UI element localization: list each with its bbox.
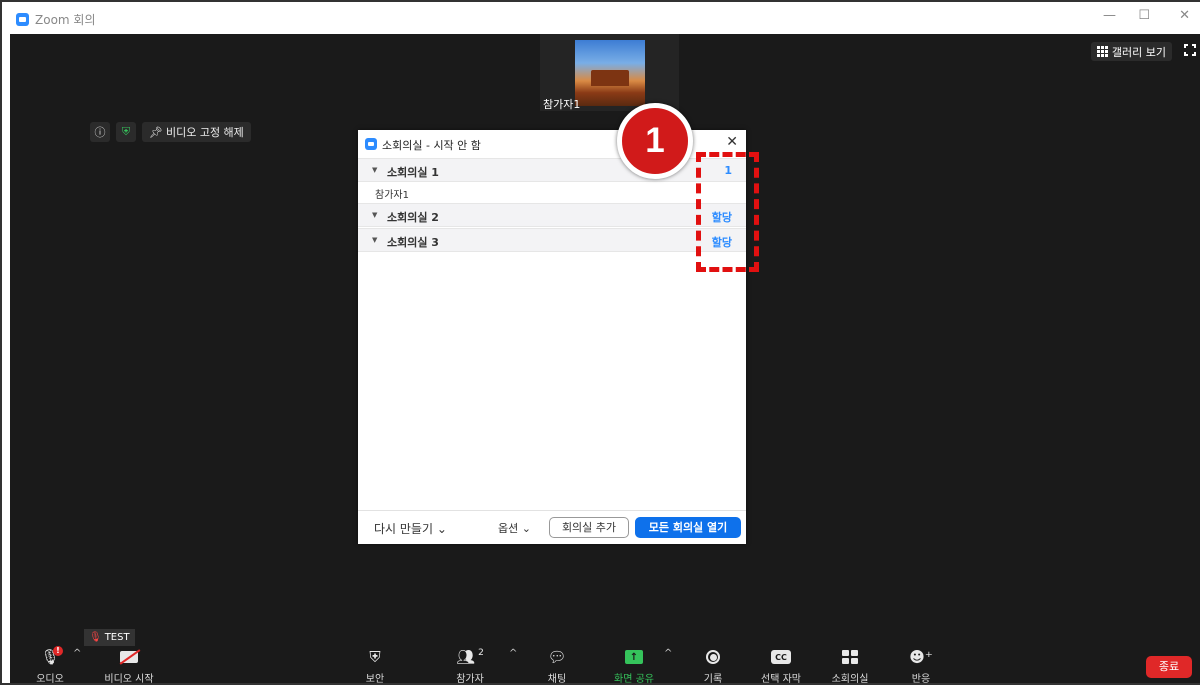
breakout-icon-wrap xyxy=(822,644,878,670)
add-room-button[interactable]: 회의실 추가 xyxy=(549,517,629,538)
start-video-button[interactable]: 비디오 시작 xyxy=(94,644,164,685)
share-screen-icon: ↑ xyxy=(625,650,643,664)
breakout-rooms-dialog: 소회의실 - 시작 안 함 ✕ ▼ 소회의실 1 1 참가자1 ▼ 소회의실 2… xyxy=(358,130,746,544)
record-icon-wrap xyxy=(693,644,733,670)
participants-options-caret-icon[interactable]: ^ xyxy=(509,648,517,659)
participants-count: 2 xyxy=(478,648,484,658)
gallery-view-button[interactable]: 갤러리 보기 xyxy=(1090,42,1172,61)
room-participant-row[interactable]: 참가자1 xyxy=(358,182,746,202)
reactions-label: 반응 xyxy=(911,674,931,685)
zoom-logo-icon xyxy=(16,13,29,26)
grid-icon xyxy=(1096,46,1108,57)
room-participant-name: 참가자1 xyxy=(375,190,409,201)
window-title: Zoom 회의 xyxy=(35,13,96,27)
chat-label: 채팅 xyxy=(547,674,567,685)
dialog-footer: 다시 만들기 ⌄ 옵션 ⌄ 회의실 추가 모든 회의실 열기 xyxy=(358,510,746,544)
recreate-dropdown[interactable]: 다시 만들기 ⌄ xyxy=(374,520,447,537)
breakout-rooms-button[interactable]: 소회의실 xyxy=(822,644,878,685)
expand-arrow-icon[interactable]: ▼ xyxy=(372,211,377,219)
room-row-1[interactable]: ▼ 소회의실 1 1 xyxy=(358,158,746,182)
record-button[interactable]: 기록 xyxy=(693,644,733,685)
share-screen-button[interactable]: ↑ 화면 공유 xyxy=(609,644,659,685)
muted-mic-icon: 🎙︎ xyxy=(89,632,102,643)
audio-button[interactable]: 🎙︎ ! 오디오 xyxy=(32,644,68,685)
captions-label: 선택 자막 xyxy=(761,674,801,685)
share-options-caret-icon[interactable]: ^ xyxy=(664,648,672,659)
participant-name-label: 참가자1 xyxy=(543,98,581,111)
window-close-button[interactable]: ✕ xyxy=(1179,8,1190,23)
room-name: 소회의실 1 xyxy=(387,166,439,179)
zoom-logo-icon xyxy=(365,138,377,150)
title-bar: Zoom 회의 — ☐ ✕ xyxy=(2,2,1200,34)
video-off-icon xyxy=(94,644,164,670)
reactions-button[interactable]: ☻⁺ 반응 xyxy=(901,644,941,685)
security-label: 보안 xyxy=(365,674,385,685)
participants-button[interactable]: 👥︎ 2 참가자 xyxy=(445,644,495,685)
app-frame: Zoom 회의 — ☐ ✕ 참가자1 ⓘ ⛨ 📌︎ 비디오 고정 해제 갤러리 … xyxy=(0,0,1200,685)
share-screen-icon-wrap: ↑ xyxy=(609,644,659,670)
callout-highlight-box xyxy=(696,152,759,272)
dialog-close-button[interactable]: ✕ xyxy=(726,134,738,150)
pin-icon: 📌︎ xyxy=(149,125,163,139)
gallery-view-label: 갤러리 보기 xyxy=(1111,45,1166,59)
expand-arrow-icon[interactable]: ▼ xyxy=(372,236,377,244)
shield-icon: ⛨ xyxy=(369,648,381,666)
end-meeting-button[interactable]: 종료 xyxy=(1146,656,1192,678)
expand-arrow-icon[interactable]: ▼ xyxy=(372,166,377,174)
fullscreen-icon[interactable] xyxy=(1183,43,1197,57)
video-pin-bar: ⓘ ⛨ 📌︎ 비디오 고정 해제 xyxy=(90,122,251,142)
chat-button[interactable]: 💬︎ 채팅 xyxy=(537,644,577,685)
audio-label: 오디오 xyxy=(36,674,64,685)
room-row-2[interactable]: ▼ 소회의실 2 할당 xyxy=(358,203,746,227)
unpin-video-label: 비디오 고정 해제 xyxy=(165,126,244,139)
share-screen-label: 화면 공유 xyxy=(614,674,654,685)
maximize-button[interactable]: ☐ xyxy=(1138,8,1150,23)
microphone-icon: 🎙︎ ! xyxy=(32,644,68,670)
security-button[interactable]: ⛨ 보안 xyxy=(355,644,395,685)
warning-badge: ! xyxy=(53,646,63,656)
callout-number-badge: 1 xyxy=(617,103,693,179)
audio-options-caret-icon[interactable]: ^ xyxy=(73,648,81,659)
info-icon[interactable]: ⓘ xyxy=(90,122,110,142)
test-tag-label: TEST xyxy=(104,632,130,643)
dialog-title: 소회의실 - 시작 안 함 xyxy=(382,139,481,152)
room-row-3[interactable]: ▼ 소회의실 3 할당 xyxy=(358,228,746,252)
minimize-button[interactable]: — xyxy=(1103,8,1116,23)
start-video-label: 비디오 시작 xyxy=(104,674,154,685)
participant-video-image xyxy=(575,40,645,106)
smiley-plus-icon: ☻⁺ xyxy=(909,648,933,666)
chat-bubble-icon: 💬︎ xyxy=(547,648,567,666)
participants-label: 참가자 xyxy=(456,674,484,685)
breakout-rooms-icon xyxy=(842,650,858,664)
record-icon xyxy=(706,650,720,664)
participant-thumbnail[interactable]: 참가자1 xyxy=(540,34,679,111)
room-name: 소회의실 3 xyxy=(387,236,439,249)
captions-button[interactable]: CC 선택 자막 xyxy=(753,644,809,685)
unpin-video-button[interactable]: 📌︎ 비디오 고정 해제 xyxy=(142,122,251,142)
breakout-rooms-label: 소회의실 xyxy=(831,674,869,685)
room-name: 소회의실 2 xyxy=(387,211,439,224)
record-label: 기록 xyxy=(703,674,723,685)
cc-icon-wrap: CC xyxy=(753,644,809,670)
participants-icon: 👥︎ 2 xyxy=(456,648,484,666)
open-all-rooms-button[interactable]: 모든 회의실 열기 xyxy=(635,517,741,538)
security-shield-icon[interactable]: ⛨ xyxy=(116,122,136,142)
cc-icon: CC xyxy=(771,650,791,664)
options-dropdown[interactable]: 옵션 ⌄ xyxy=(498,520,531,536)
